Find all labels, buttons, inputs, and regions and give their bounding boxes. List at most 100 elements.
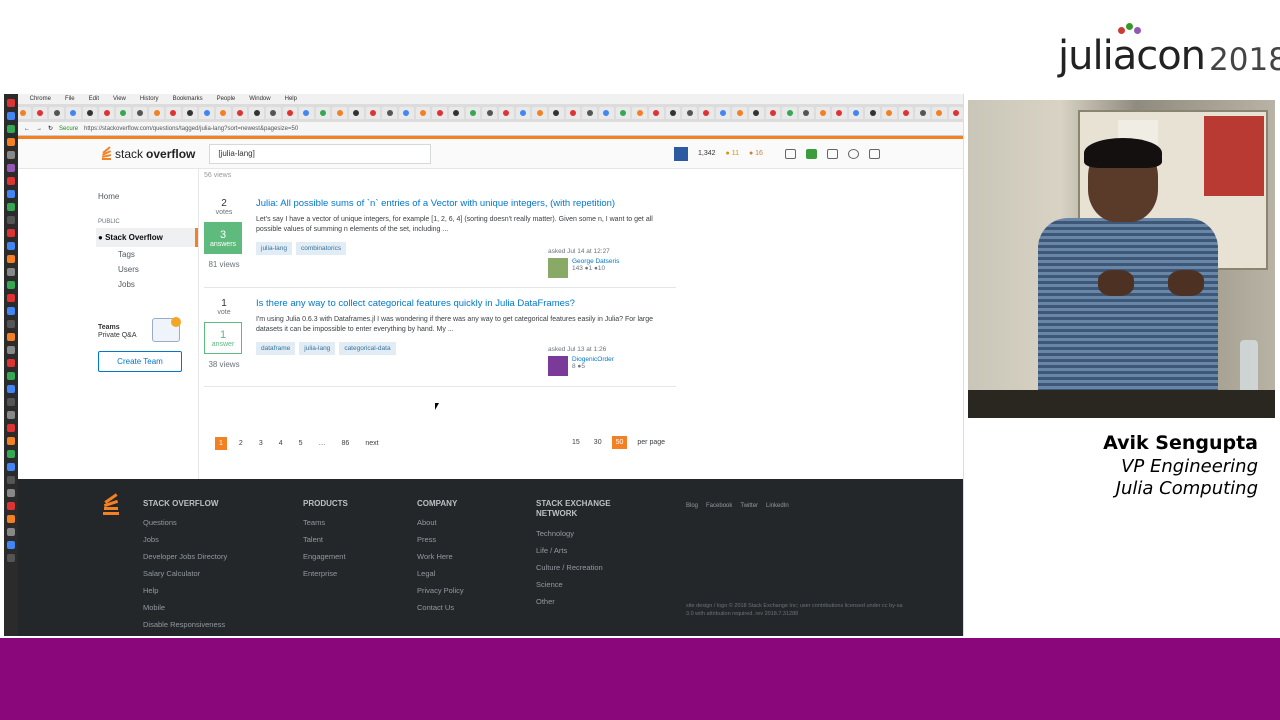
menu-file[interactable]: File	[65, 96, 75, 102]
browser-tab[interactable]	[99, 107, 114, 119]
tag-julia-lang[interactable]: julia-lang	[256, 241, 293, 255]
browser-tab[interactable]	[515, 107, 531, 119]
browser-tab[interactable]	[165, 107, 181, 119]
dock-app-icon[interactable]	[7, 359, 15, 367]
browser-tab[interactable]	[449, 107, 464, 119]
browser-tab[interactable]	[349, 107, 364, 119]
browser-tab[interactable]	[832, 107, 847, 119]
footer-logo-icon[interactable]	[101, 493, 121, 515]
menu-help[interactable]: Help	[285, 96, 297, 102]
page-size-15[interactable]: 15	[568, 436, 584, 449]
browser-tab[interactable]	[332, 107, 348, 119]
browser-tab[interactable]	[115, 107, 131, 119]
footer-link[interactable]: Disable Responsiveness	[143, 620, 227, 629]
browser-tab[interactable]	[632, 107, 647, 119]
tag-julia-lang[interactable]: julia-lang	[299, 341, 336, 355]
browser-tab[interactable]	[265, 107, 281, 119]
browser-tab[interactable]	[232, 107, 248, 119]
browser-tab[interactable]	[149, 107, 164, 119]
nav-users[interactable]: Users	[98, 262, 198, 277]
browser-tab[interactable]	[648, 107, 664, 119]
page-86-link[interactable]: 86	[336, 436, 355, 451]
forward-icon[interactable]: →	[36, 126, 42, 132]
dock-app-icon[interactable]	[7, 151, 15, 159]
browser-tab[interactable]	[882, 107, 897, 119]
tag-categorical-data[interactable]: categorical-data	[339, 341, 396, 355]
dock-app-icon[interactable]	[7, 476, 15, 484]
footer-link[interactable]: About	[417, 518, 464, 527]
site-switcher-icon[interactable]	[868, 148, 880, 159]
footer-link[interactable]: Jobs	[143, 535, 227, 544]
browser-tab[interactable]	[715, 107, 731, 119]
browser-tab[interactable]	[199, 107, 214, 119]
footer-link[interactable]: Help	[143, 586, 227, 595]
browser-tab[interactable]	[682, 107, 697, 119]
browser-tab[interactable]	[82, 107, 98, 119]
user-avatar[interactable]	[548, 356, 568, 376]
dock-app-icon[interactable]	[7, 268, 15, 276]
footer-linkedin-link[interactable]: LinkedIn	[766, 503, 789, 509]
footer-link[interactable]: Other	[536, 597, 626, 606]
browser-tab[interactable]	[598, 107, 614, 119]
dock-app-icon[interactable]	[7, 138, 15, 146]
dock-app-icon[interactable]	[7, 242, 15, 250]
dock-app-icon[interactable]	[7, 346, 15, 354]
browser-tab[interactable]	[399, 107, 414, 119]
footer-link[interactable]: Engagement	[303, 552, 348, 561]
footer-blog-link[interactable]: Blog	[686, 503, 698, 509]
browser-tab[interactable]	[782, 107, 797, 119]
footer-link[interactable]: Contact Us	[417, 603, 464, 612]
dock-app-icon[interactable]	[7, 294, 15, 302]
browser-tab[interactable]	[482, 107, 498, 119]
browser-tab[interactable]	[898, 107, 914, 119]
nav-home[interactable]: Home	[98, 189, 198, 204]
search-input[interactable]: [julia-lang]	[209, 143, 432, 164]
browser-tab[interactable]	[748, 107, 764, 119]
dock-app-icon[interactable]	[7, 190, 15, 198]
browser-tab[interactable]	[815, 107, 831, 119]
menu-bookmarks[interactable]: Bookmarks	[173, 96, 203, 102]
browser-tab[interactable]	[382, 107, 398, 119]
nav-stack-overflow[interactable]: ● Stack Overflow	[96, 228, 198, 247]
dock-app-icon[interactable]	[7, 463, 15, 471]
dock-app-icon[interactable]	[7, 216, 15, 224]
inbox-icon[interactable]	[784, 148, 796, 159]
browser-tab[interactable]	[732, 107, 747, 119]
footer-link[interactable]: Questions	[143, 518, 227, 527]
menu-chrome[interactable]: Chrome	[30, 96, 51, 102]
browser-tab[interactable]	[915, 107, 931, 119]
question-title-link[interactable]: Is there any way to collect categorical …	[256, 298, 671, 309]
footer-link[interactable]: Technology	[536, 529, 626, 538]
browser-tab[interactable]	[549, 107, 564, 119]
page-1-link[interactable]: 1	[214, 436, 228, 451]
browser-tab[interactable]	[665, 107, 681, 119]
dock-app-icon[interactable]	[7, 528, 15, 536]
dock-app-icon[interactable]	[7, 515, 15, 523]
footer-link[interactable]: Life / Arts	[536, 546, 626, 555]
browser-tab[interactable]	[249, 107, 264, 119]
footer-link[interactable]: Press	[417, 535, 464, 544]
menu-history[interactable]: History	[140, 96, 159, 102]
dock-app-icon[interactable]	[7, 164, 15, 172]
so-logo[interactable]: stack overflow	[100, 145, 195, 162]
review-queue-icon[interactable]	[826, 148, 838, 159]
footer-link[interactable]: Mobile	[143, 603, 227, 612]
dock-app-icon[interactable]	[7, 125, 15, 133]
page-4-link[interactable]: 4	[273, 436, 288, 451]
url-text[interactable]: https://stackoverflow.com/questions/tagg…	[84, 126, 298, 132]
dock-app-icon[interactable]	[7, 450, 15, 458]
dock-app-icon[interactable]	[7, 554, 15, 562]
footer-link[interactable]: Salary Calculator	[143, 569, 227, 578]
browser-tab[interactable]	[532, 107, 547, 119]
nav-tags[interactable]: Tags	[98, 247, 198, 262]
dock-app-icon[interactable]	[7, 411, 15, 419]
browser-tab[interactable]	[282, 107, 298, 119]
address-bar[interactable]: ← → ↻ Secure https://stackoverflow.com/q…	[4, 122, 963, 136]
browser-tab[interactable]	[132, 107, 148, 119]
browser-tab[interactable]	[499, 107, 514, 119]
browser-tab[interactable]	[415, 107, 431, 119]
browser-tab[interactable]	[215, 107, 231, 119]
page-3-link[interactable]: 3	[253, 436, 268, 451]
dock-app-icon[interactable]	[7, 255, 15, 263]
footer-link[interactable]: Enterprise	[303, 569, 348, 578]
